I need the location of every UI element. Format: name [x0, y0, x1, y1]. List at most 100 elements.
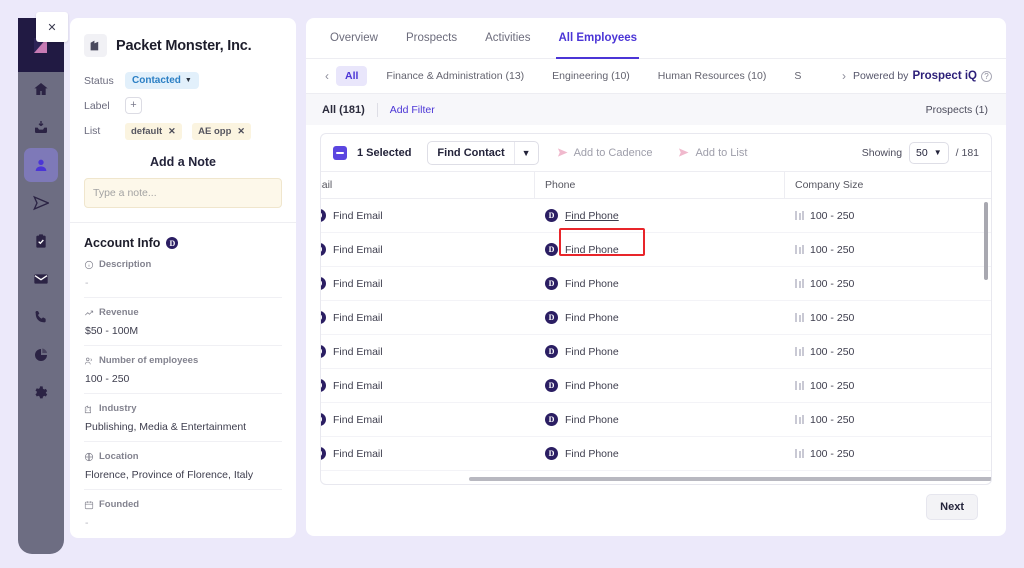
rail-item-inbox[interactable]	[24, 110, 58, 144]
company-meta: Status Contacted ▼ Label + List default	[84, 68, 282, 143]
cell-phone[interactable]: D Find Phone	[535, 379, 785, 392]
info-icon	[84, 260, 94, 269]
rail-item-mail[interactable]	[24, 262, 58, 296]
cell-email[interactable]: D Find Email	[321, 243, 535, 256]
dept-engineering[interactable]: Engineering (10)	[543, 66, 639, 86]
status-badge[interactable]: Contacted ▼	[125, 72, 199, 89]
add-filter-button[interactable]: Add Filter	[390, 104, 435, 116]
find-phone-link[interactable]: Find Phone	[565, 380, 619, 392]
find-phone-link[interactable]: Find Phone	[565, 278, 619, 290]
prospect-iq-badge-icon: D	[321, 311, 326, 324]
find-phone-link[interactable]: Find Phone	[565, 312, 619, 324]
find-email-link[interactable]: Find Email	[333, 244, 383, 256]
note-input[interactable]	[84, 178, 282, 208]
page-size-select[interactable]: 50 ▼	[909, 141, 949, 164]
find-phone-link[interactable]: Find Phone	[565, 244, 619, 256]
table-row[interactable]: D Find Email D Find Phone 100 - 250	[321, 199, 991, 233]
help-icon[interactable]: ?	[981, 70, 992, 82]
column-header-email[interactable]: mail	[321, 172, 535, 198]
cell-email[interactable]: D Find Email	[321, 277, 535, 290]
cell-phone[interactable]: D Find Phone	[535, 277, 785, 290]
company-size-icon	[795, 245, 804, 254]
rail-item-tasks[interactable]	[24, 224, 58, 258]
find-phone-link[interactable]: Find Phone	[565, 448, 619, 460]
add-note-section: Add a Note	[70, 143, 296, 222]
cell-phone[interactable]: D Find Phone	[535, 413, 785, 426]
cell-email[interactable]: D Find Email	[321, 345, 535, 358]
find-contact-label: Find Contact	[437, 146, 505, 159]
tab-all-employees[interactable]: All Employees	[556, 32, 639, 59]
prospect-iq-badge-icon: D	[321, 379, 326, 392]
table-row[interactable]: D Find Email D Find Phone 100 - 250	[321, 335, 991, 369]
column-header-phone[interactable]: Phone	[535, 172, 785, 198]
find-phone-link[interactable]: Find Phone	[565, 210, 619, 222]
tab-overview[interactable]: Overview	[330, 32, 378, 58]
add-to-list-label: Add to List	[695, 146, 748, 159]
prospect-iq-badge-icon: D	[545, 311, 558, 324]
list-chip[interactable]: AE opp ✕	[192, 123, 251, 140]
cell-email[interactable]: D Find Email	[321, 311, 535, 324]
vertical-scrollbar[interactable]	[984, 202, 988, 280]
close-icon[interactable]: ✕	[168, 126, 176, 137]
list-chip[interactable]: default ✕	[125, 123, 182, 140]
cell-email[interactable]: D Find Email	[321, 379, 535, 392]
list-chip-label: default	[131, 126, 163, 137]
table-row[interactable]: D Find Email D Find Phone 100 - 250	[321, 267, 991, 301]
showing-label: Showing	[861, 146, 903, 159]
table-row[interactable]: D Find Email D Find Phone 100 - 250	[321, 233, 991, 267]
find-email-link[interactable]: Find Email	[333, 380, 383, 392]
find-email-link[interactable]: Find Email	[333, 414, 383, 426]
find-email-link[interactable]: Find Email	[333, 278, 383, 290]
rail-item-settings[interactable]	[24, 376, 58, 410]
dept-human-resources[interactable]: Human Resources (10)	[649, 66, 776, 86]
field-location: Location Florence, Province of Florence,…	[84, 442, 282, 490]
cell-email[interactable]: D Find Email	[321, 209, 535, 222]
next-page-button[interactable]: Next	[926, 494, 978, 520]
table-row[interactable]: D Find Email D Find Phone 100 - 250	[321, 437, 991, 471]
prospect-iq-badge-icon: D	[321, 243, 326, 256]
chevron-down-icon[interactable]: ▼	[515, 142, 538, 164]
dept-all[interactable]: All	[336, 66, 368, 86]
add-to-cadence-button[interactable]: Add to Cadence	[549, 141, 661, 165]
rail-item-reports[interactable]	[24, 338, 58, 372]
tab-prospects[interactable]: Prospects	[406, 32, 457, 58]
select-all-checkbox[interactable]	[333, 145, 347, 160]
cell-phone[interactable]: D Find Phone	[535, 345, 785, 358]
table-row[interactable]: D Find Email D Find Phone 100 - 250	[321, 369, 991, 403]
company-size-value: 100 - 250	[810, 277, 855, 290]
column-header-company-size[interactable]: Company Size	[785, 172, 960, 198]
table-row[interactable]: D Find Email D Find Phone 100 - 250	[321, 403, 991, 437]
close-button[interactable]: ✕	[36, 12, 68, 42]
add-label-button[interactable]: +	[125, 97, 142, 114]
cell-phone[interactable]: D Find Phone	[535, 311, 785, 324]
rail-item-home[interactable]	[24, 72, 58, 106]
tab-activities[interactable]: Activities	[485, 32, 530, 58]
cell-phone[interactable]: D Find Phone	[535, 209, 785, 222]
company-size-value: 100 - 250	[810, 243, 855, 256]
cell-email[interactable]: D Find Email	[321, 447, 535, 460]
find-contact-button[interactable]: Find Contact ▼	[427, 140, 539, 165]
add-to-list-button[interactable]: Add to List	[670, 141, 755, 165]
status-value: Contacted	[132, 75, 181, 86]
find-email-link[interactable]: Find Email	[333, 312, 383, 324]
dept-next-button[interactable]: ›	[835, 69, 853, 83]
dept-finance[interactable]: Finance & Administration (13)	[377, 66, 533, 86]
cell-phone[interactable]: D Find Phone	[535, 447, 785, 460]
rail-item-call[interactable]	[24, 300, 58, 334]
cell-phone[interactable]: D Find Phone	[535, 243, 785, 256]
field-value: 100 - 250	[85, 373, 130, 385]
find-email-link[interactable]: Find Email	[333, 448, 383, 460]
rail-item-send[interactable]	[24, 186, 58, 220]
dept-prev-button[interactable]: ‹	[318, 69, 336, 83]
find-phone-link[interactable]: Find Phone	[565, 414, 619, 426]
find-email-link[interactable]: Find Email	[333, 346, 383, 358]
cell-email[interactable]: D Find Email	[321, 413, 535, 426]
dept-partial[interactable]: S	[785, 66, 810, 86]
find-email-link[interactable]: Find Email	[333, 210, 383, 222]
close-icon[interactable]: ✕	[237, 126, 245, 137]
table-row[interactable]: D Find Email D Find Phone 100 - 250	[321, 301, 991, 335]
rail-item-contacts[interactable]	[24, 148, 58, 182]
find-phone-link[interactable]: Find Phone	[565, 346, 619, 358]
cell-company-size: 100 - 250	[785, 380, 960, 392]
page-size-value: 50	[916, 146, 928, 159]
